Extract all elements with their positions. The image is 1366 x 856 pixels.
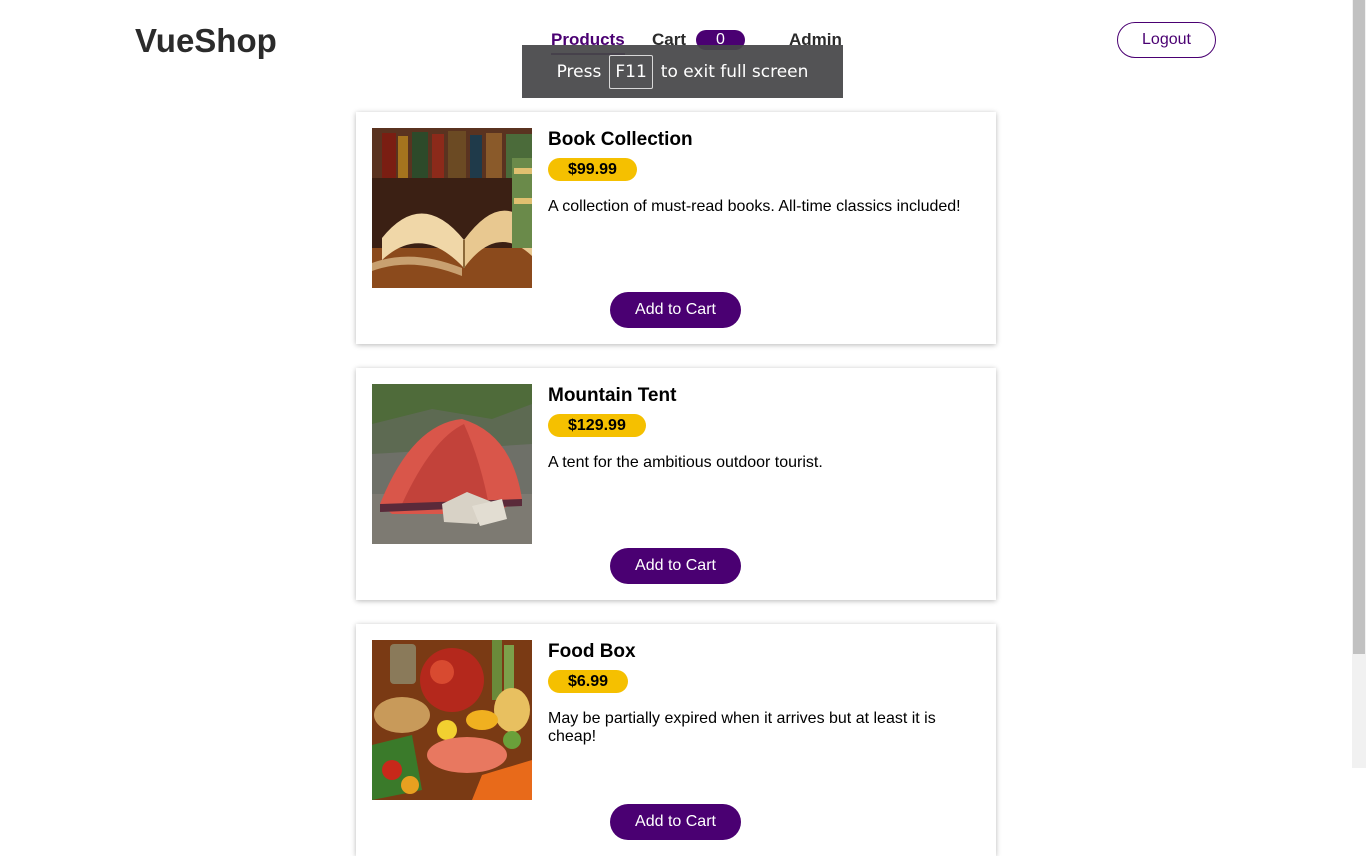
product-card: Food Box $6.99 May be partially expired … bbox=[356, 624, 996, 856]
scrollbar-thumb[interactable] bbox=[1353, 0, 1365, 654]
product-description: A collection of must-read books. All-tim… bbox=[548, 198, 961, 215]
fullscreen-key: F11 bbox=[609, 54, 653, 89]
logout-button[interactable]: Logout bbox=[1117, 22, 1216, 58]
product-image-books bbox=[372, 128, 532, 288]
product-title[interactable]: Food Box bbox=[548, 641, 636, 663]
fullscreen-notice-before: Press bbox=[556, 61, 602, 82]
product-image-food bbox=[372, 640, 532, 800]
product-card: Mountain Tent $129.99 A tent for the amb… bbox=[356, 368, 996, 600]
price-badge: $6.99 bbox=[548, 670, 629, 693]
add-to-cart-button[interactable]: Add to Cart bbox=[610, 292, 741, 328]
add-to-cart-button[interactable]: Add to Cart bbox=[610, 548, 741, 584]
fullscreen-notice-after: to exit full screen bbox=[660, 61, 809, 82]
add-to-cart-button[interactable]: Add to Cart bbox=[610, 804, 741, 840]
price-badge: $129.99 bbox=[548, 414, 646, 437]
product-card: Book Collection $99.99 A collection of m… bbox=[356, 112, 996, 344]
product-description: May be partially expired when it arrives… bbox=[548, 710, 936, 745]
product-title[interactable]: Mountain Tent bbox=[548, 385, 676, 407]
product-title[interactable]: Book Collection bbox=[548, 129, 693, 151]
price-badge: $99.99 bbox=[548, 158, 637, 181]
product-description: A tent for the ambitious outdoor tourist… bbox=[548, 454, 823, 471]
logo[interactable]: VueShop bbox=[135, 22, 277, 60]
fullscreen-notice: Press F11 to exit full screen bbox=[522, 45, 843, 98]
product-image-tent bbox=[372, 384, 532, 544]
